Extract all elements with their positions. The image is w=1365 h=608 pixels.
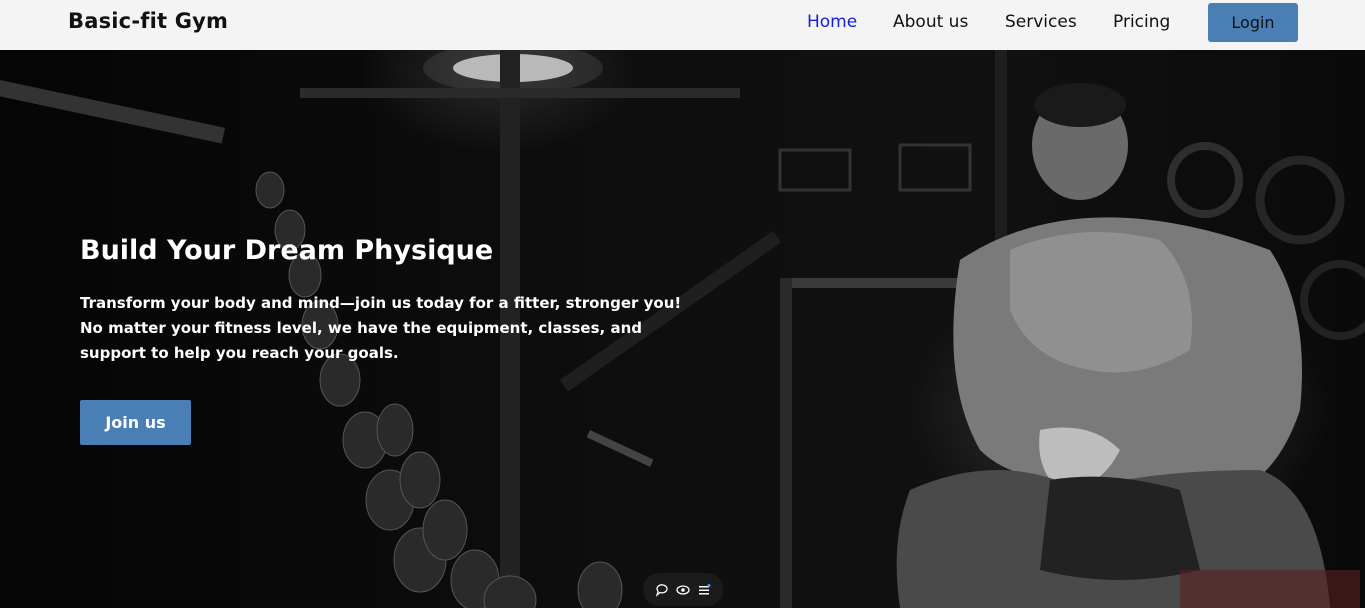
hero-section: Build Your Dream Physique Transform your… (0, 50, 1365, 608)
nav-services[interactable]: Services (1005, 12, 1077, 32)
comment-icon[interactable] (654, 582, 670, 598)
nav-home[interactable]: Home (807, 12, 857, 32)
hero-description-line: No matter your fitness level, we have th… (80, 319, 642, 337)
hero-description: Transform your body and mind—join us tod… (80, 291, 682, 366)
nav-pricing[interactable]: Pricing (1113, 12, 1170, 32)
nav-about-us[interactable]: About us (893, 12, 968, 32)
navbar: Basic-fit Gym Home About us Services Pri… (0, 0, 1365, 50)
floating-toolbar (643, 573, 723, 606)
hero-description-line: Transform your body and mind—join us tod… (80, 294, 682, 312)
hero-description-line: support to help you reach your goals. (80, 344, 399, 362)
menu-icon[interactable] (696, 582, 712, 598)
join-us-button[interactable]: Join us (80, 400, 191, 445)
eye-icon[interactable] (675, 582, 691, 598)
hero-title: Build Your Dream Physique (80, 235, 494, 266)
login-button[interactable]: Login (1208, 3, 1298, 42)
main-nav: Home About us Services Pricing (0, 0, 1365, 50)
